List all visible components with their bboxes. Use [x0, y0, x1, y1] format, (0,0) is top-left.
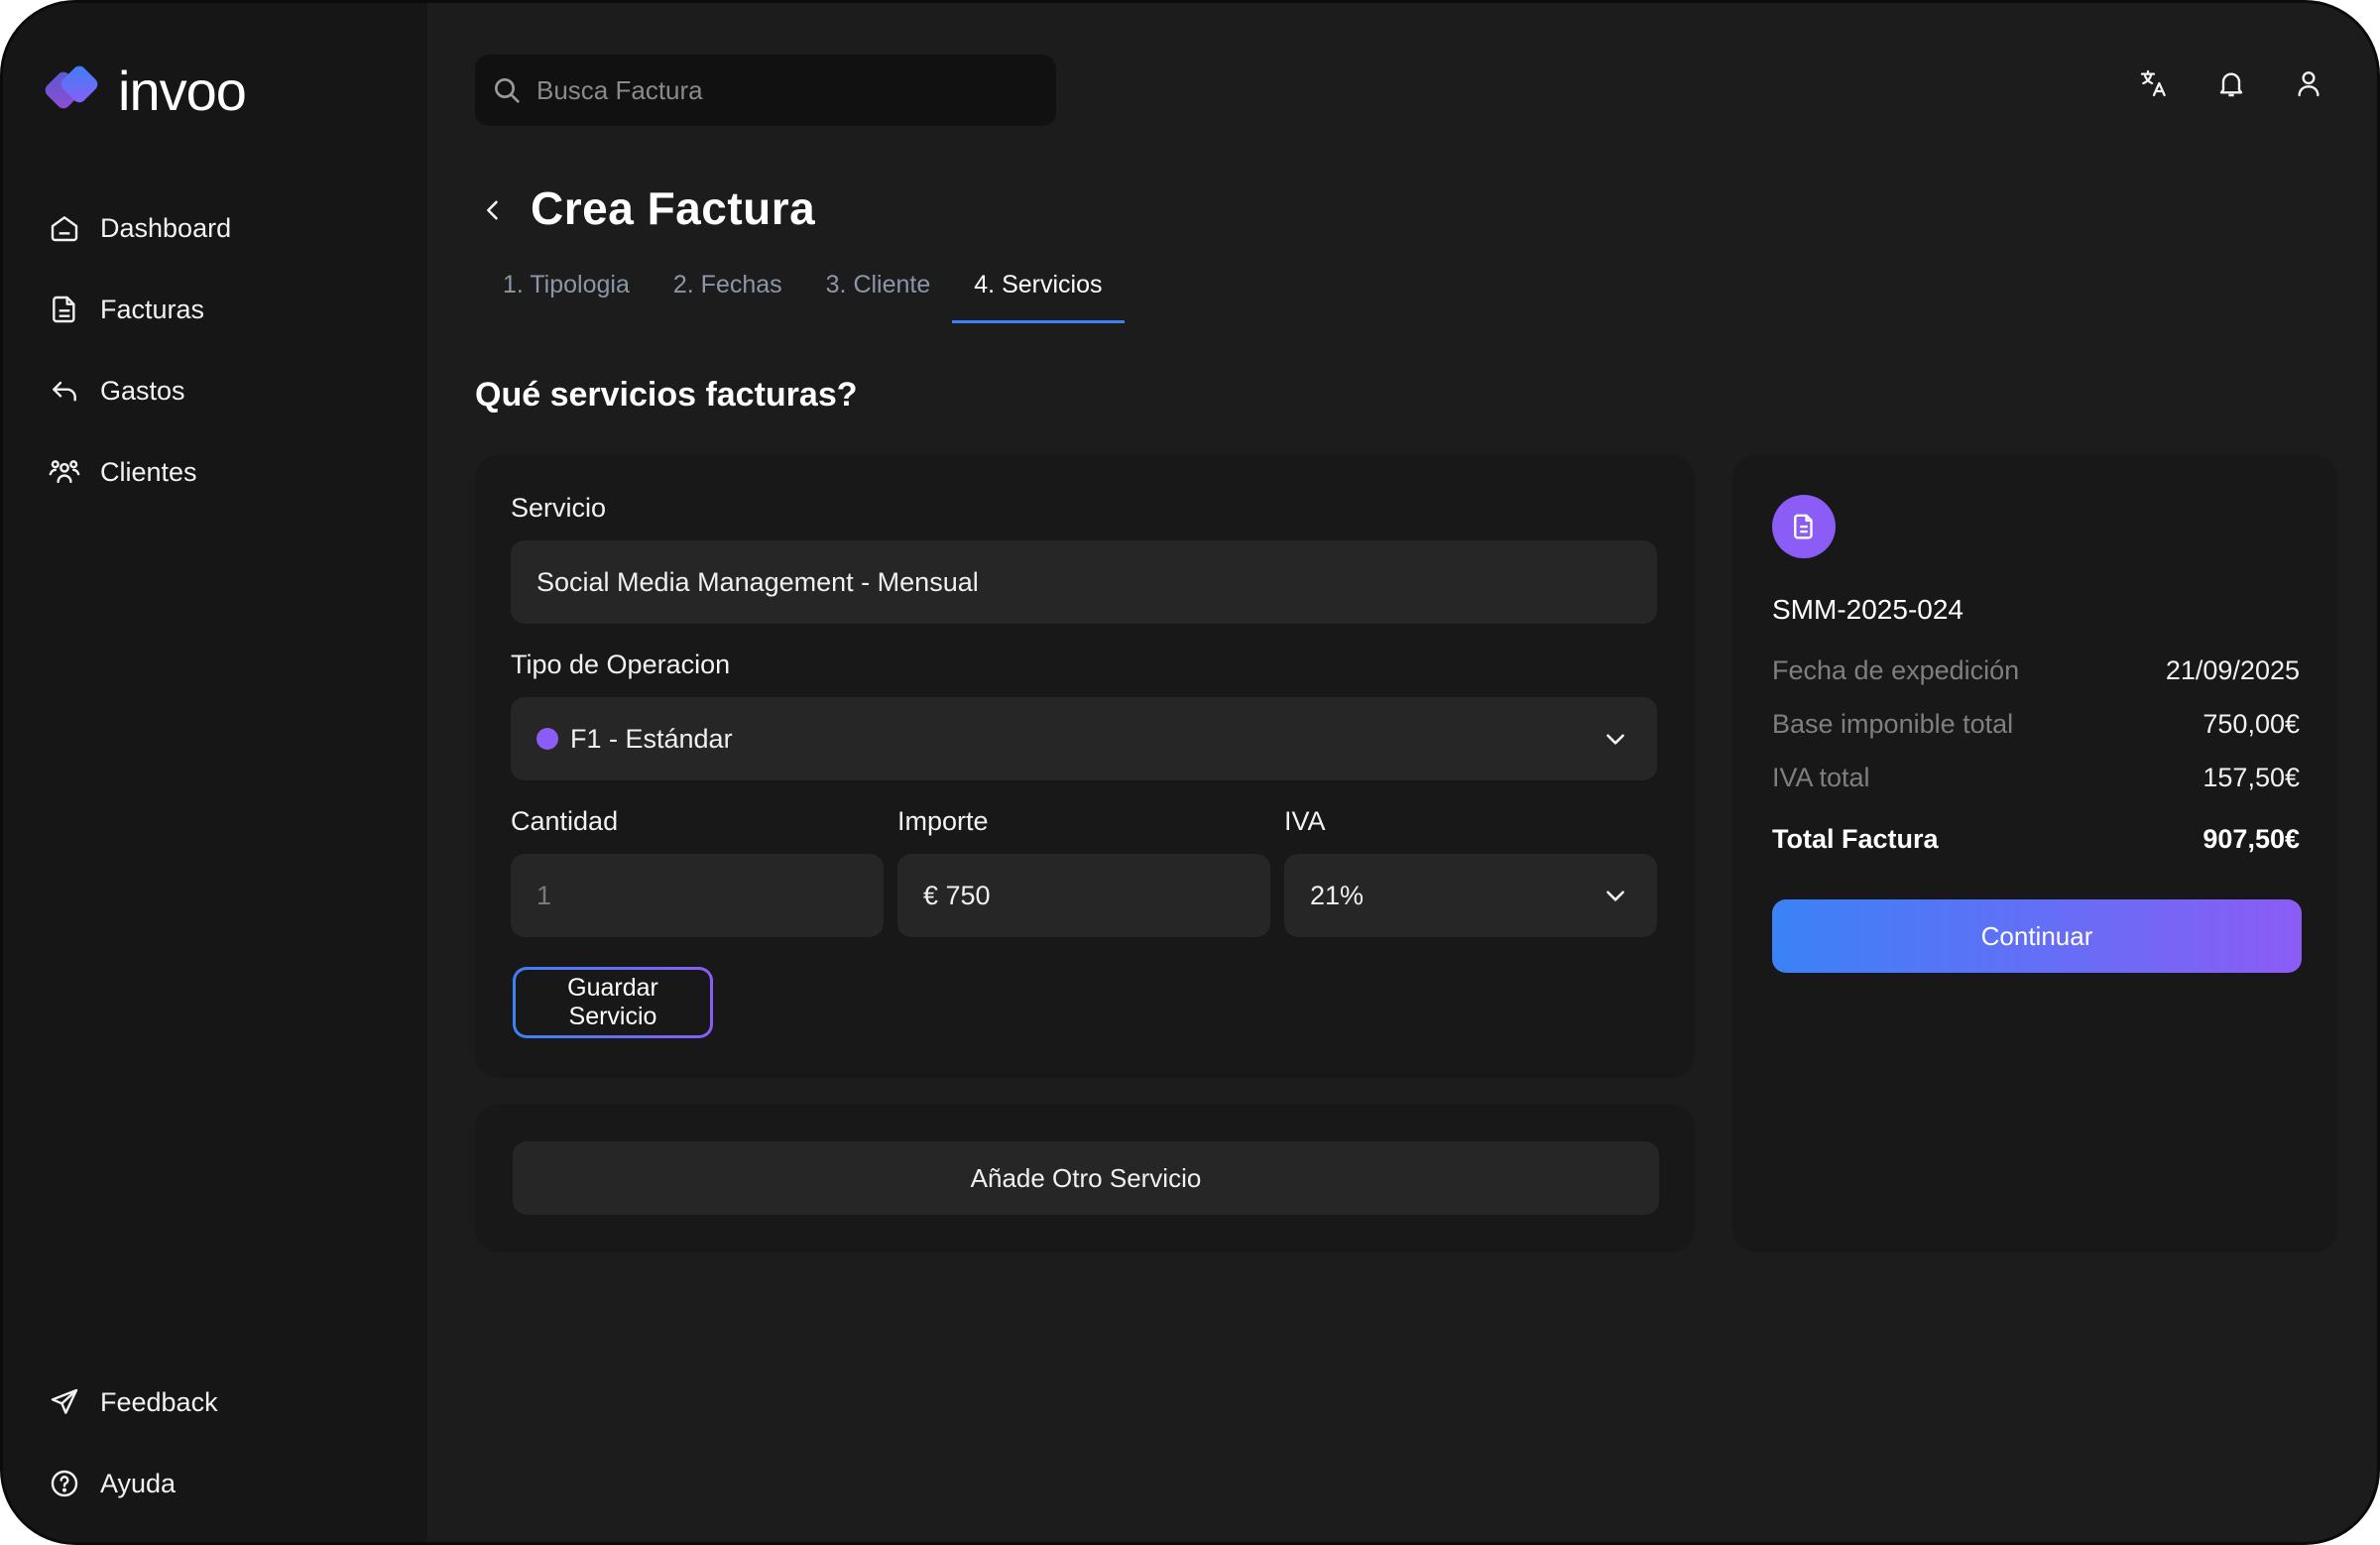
add-service-button[interactable]: Añade Otro Servicio	[513, 1141, 1659, 1215]
sidebar-bottom-nav: Feedback Ayuda	[47, 1362, 218, 1524]
sidebar-item-ayuda[interactable]: Ayuda	[47, 1443, 218, 1524]
search-input[interactable]	[535, 73, 1034, 107]
service-form-card: Servicio Social Media Management - Mensu…	[475, 455, 1695, 1078]
tab-cliente[interactable]: 3. Cliente	[804, 261, 953, 320]
sidebar-item-label: Gastos	[100, 375, 185, 406]
save-service-button[interactable]: Guardar Servicio	[513, 967, 713, 1038]
summary-label: Fecha de expedición	[1772, 655, 2020, 685]
search-bar[interactable]	[475, 55, 1056, 126]
summary-row-iva: IVA total 157,50€	[1772, 763, 2300, 793]
document-icon	[47, 292, 82, 327]
sidebar-item-dashboard[interactable]: Dashboard	[47, 187, 231, 269]
tab-fechas[interactable]: 2. Fechas	[652, 261, 804, 320]
app-name: invoo	[118, 59, 247, 122]
invoice-number: SMM-2025-024	[1772, 594, 1964, 625]
logo-icon	[37, 61, 110, 121]
sidebar-item-feedback[interactable]: Feedback	[47, 1362, 218, 1443]
logo[interactable]: invoo	[37, 59, 247, 123]
tab-servicios[interactable]: 4. Servicios	[952, 261, 1125, 323]
servicio-field[interactable]: Social Media Management - Mensual	[511, 540, 1657, 624]
sidebar: invoo Dashboard Facturas Gastos Clientes…	[3, 3, 427, 1542]
add-service-card: Añade Otro Servicio	[475, 1104, 1695, 1252]
users-icon	[47, 454, 82, 490]
back-button[interactable]	[475, 189, 511, 231]
total-label: Total Factura	[1772, 824, 1939, 854]
user-icon[interactable]	[2290, 64, 2327, 102]
summary-row-total: Total Factura 907,50€	[1772, 824, 2300, 855]
importe-field[interactable]: € 750	[897, 854, 1270, 937]
iva-label: IVA	[1284, 806, 1326, 836]
bell-icon[interactable]	[2212, 64, 2250, 102]
sidebar-item-label: Facturas	[100, 294, 205, 324]
sidebar-item-label: Ayuda	[100, 1468, 177, 1498]
header-actions	[2135, 64, 2327, 102]
app-window: invoo Dashboard Facturas Gastos Clientes…	[0, 0, 2380, 1545]
translate-icon[interactable]	[2135, 64, 2173, 102]
summary-label: IVA total	[1772, 763, 1870, 792]
sidebar-item-facturas[interactable]: Facturas	[47, 269, 231, 350]
sidebar-item-gastos[interactable]: Gastos	[47, 350, 231, 431]
tab-tipologia[interactable]: 1. Tipologia	[481, 261, 652, 320]
operacion-value: F1 - Estándar	[570, 723, 733, 754]
page-title: Crea Factura	[531, 182, 816, 234]
summary-value: 157,50€	[2202, 763, 2300, 792]
summary-row-fecha: Fecha de expedición 21/09/2025	[1772, 655, 2300, 686]
cantidad-label: Cantidad	[511, 806, 619, 836]
step-tabs: 1. Tipologia 2. Fechas 3. Cliente 4. Ser…	[481, 261, 1125, 323]
chevron-left-icon	[487, 200, 498, 220]
servicio-value: Social Media Management - Mensual	[536, 566, 979, 597]
summary-label: Base imponible total	[1772, 709, 2014, 739]
undo-arrow-icon	[47, 373, 82, 409]
search-icon	[489, 72, 525, 108]
operacion-select[interactable]: F1 - Estándar	[511, 697, 1657, 780]
sidebar-nav: Dashboard Facturas Gastos Clientes	[47, 187, 231, 513]
summary-value: 21/09/2025	[2165, 655, 2300, 685]
cantidad-placeholder: 1	[536, 880, 552, 910]
continue-button[interactable]: Continuar	[1772, 899, 2302, 973]
help-circle-icon	[47, 1466, 82, 1501]
document-badge-icon	[1772, 495, 1836, 558]
send-icon	[47, 1384, 82, 1420]
section-title: Qué servicios facturas?	[475, 376, 858, 414]
sidebar-item-clientes[interactable]: Clientes	[47, 431, 231, 513]
iva-select[interactable]: 21%	[1284, 854, 1657, 937]
total-value: 907,50€	[2202, 824, 2300, 854]
operation-dot	[536, 728, 558, 750]
home-icon	[47, 210, 82, 246]
importe-value: € 750	[923, 880, 991, 910]
chevron-down-icon	[1598, 721, 1633, 757]
cantidad-field[interactable]: 1	[511, 854, 884, 937]
iva-value: 21%	[1310, 880, 1365, 910]
sidebar-item-label: Dashboard	[100, 212, 232, 243]
operacion-label: Tipo de Operacion	[511, 650, 731, 679]
importe-label: Importe	[897, 806, 989, 836]
sidebar-item-label: Feedback	[100, 1386, 218, 1417]
sidebar-item-label: Clientes	[100, 456, 197, 487]
servicio-label: Servicio	[511, 493, 607, 523]
summary-row-base: Base imponible total 750,00€	[1772, 709, 2300, 740]
invoice-summary-card: SMM-2025-024 Fecha de expedición 21/09/2…	[1732, 455, 2337, 1252]
summary-value: 750,00€	[2202, 709, 2300, 739]
chevron-down-icon	[1598, 878, 1633, 913]
